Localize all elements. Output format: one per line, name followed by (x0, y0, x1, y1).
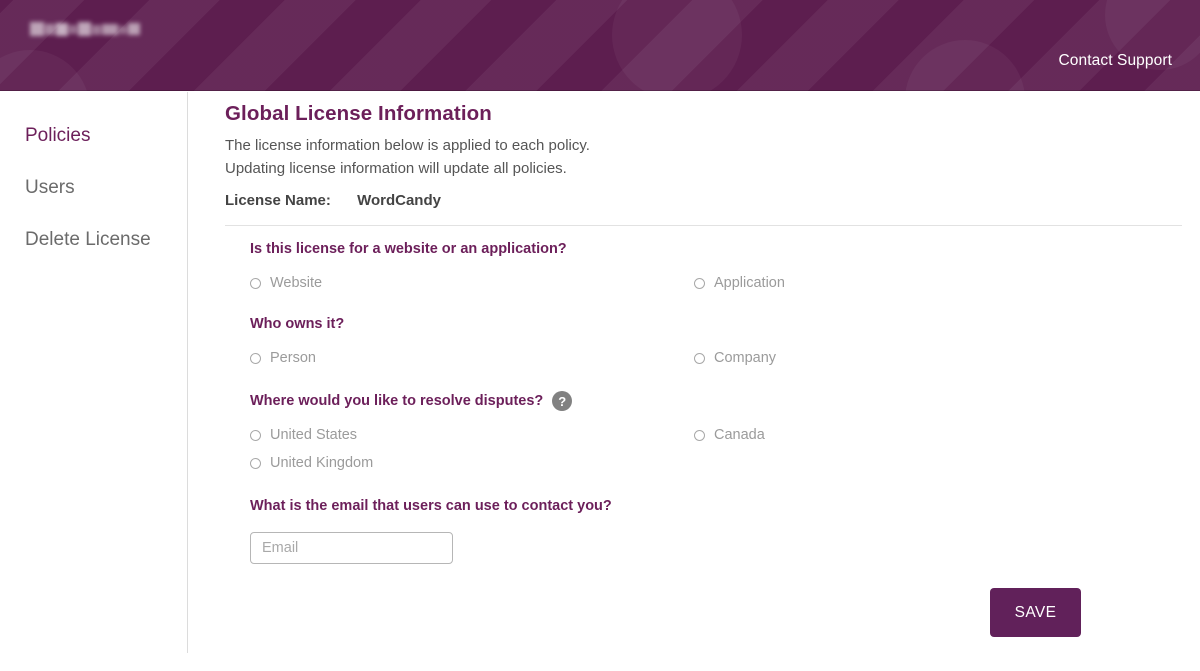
radio-option-company[interactable]: Company (694, 350, 1180, 366)
radio-label: United States (270, 427, 358, 443)
help-icon[interactable]: ? (552, 391, 573, 411)
radio-label: Canada (714, 427, 765, 443)
license-name-label: License Name: (225, 192, 331, 209)
radio-group-license-type: Website Application (250, 275, 1180, 291)
radio-circle-icon[interactable] (250, 457, 261, 469)
radio-option-united-states[interactable]: United States (250, 427, 694, 443)
contact-support-link[interactable]: Contact Support (1058, 52, 1172, 70)
radio-label: Person (270, 350, 316, 366)
sidebar-item-users[interactable]: Users (0, 176, 187, 200)
radio-label: Company (714, 350, 777, 366)
question-owner: Who owns it? Person Company (250, 314, 1180, 366)
main-content: Global License Information The license i… (188, 91, 1200, 671)
radio-label: Website (270, 275, 323, 291)
radio-circle-icon[interactable] (250, 429, 261, 441)
question-label: What is the email that users can use to … (250, 498, 612, 514)
radio-label: United Kingdom (270, 455, 374, 471)
section-divider (225, 225, 1182, 226)
sidebar-item-policies[interactable]: Policies (0, 124, 187, 148)
radio-option-website[interactable]: Website (250, 275, 694, 291)
brand-logo[interactable] (30, 19, 144, 40)
question-label: Where would you like to resolve disputes… (250, 393, 544, 409)
sidebar-nav: Policies Users Delete License (0, 91, 187, 280)
radio-group-owner: Person Company (250, 350, 1180, 366)
question-label: Is this license for a website or an appl… (250, 241, 567, 257)
radio-group-dispute-venue: United States Canada United Kingdom (250, 427, 1180, 471)
radio-circle-icon[interactable] (250, 277, 261, 289)
app-root: Contact Support Policies Users Delete Li… (0, 0, 1200, 671)
question-title: What is the email that users can use to … (250, 496, 1180, 516)
intro-line-1: The license information below is applied… (225, 137, 590, 154)
sidebar-item-delete-license[interactable]: Delete License (0, 228, 187, 252)
license-name-row: License Name: WordCandy (225, 192, 441, 209)
question-title: Is this license for a website or an appl… (250, 239, 1180, 259)
app-header: Contact Support (0, 0, 1200, 91)
radio-circle-icon[interactable] (694, 277, 705, 289)
intro-text: The license information below is applied… (225, 134, 590, 180)
save-button[interactable]: SAVE (990, 588, 1081, 637)
radio-circle-icon[interactable] (694, 429, 705, 441)
radio-option-united-kingdom[interactable]: United Kingdom (250, 455, 694, 471)
question-label: Who owns it? (250, 316, 345, 332)
header-decor-blob (0, 50, 90, 91)
page-title: Global License Information (225, 102, 492, 125)
question-dispute-venue: Where would you like to resolve disputes… (250, 391, 1180, 471)
radio-circle-icon[interactable] (250, 352, 261, 364)
radio-option-person[interactable]: Person (250, 350, 694, 366)
question-contact-email: What is the email that users can use to … (250, 496, 1180, 564)
question-title: Where would you like to resolve disputes… (250, 391, 1180, 411)
radio-option-canada[interactable]: Canada (694, 427, 1180, 443)
radio-label: Application (714, 275, 785, 291)
license-name-value: WordCandy (357, 192, 441, 209)
license-form: Is this license for a website or an appl… (250, 239, 1180, 564)
intro-line-2: Updating license information will update… (225, 160, 567, 177)
question-license-type: Is this license for a website or an appl… (250, 239, 1180, 291)
radio-option-application[interactable]: Application (694, 275, 1180, 291)
header-decor-blob (612, 0, 742, 91)
question-title: Who owns it? (250, 314, 1180, 334)
header-decor-blob (905, 40, 1025, 91)
email-input[interactable] (250, 532, 453, 564)
radio-circle-icon[interactable] (694, 352, 705, 364)
